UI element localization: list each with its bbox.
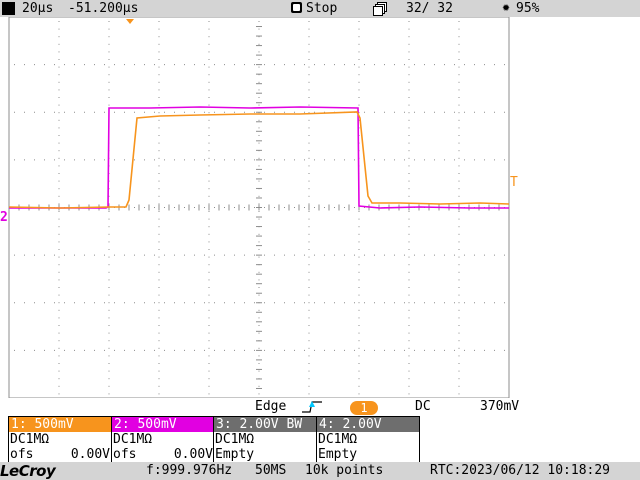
trigger-level-marker[interactable]: T xyxy=(510,175,518,190)
trigger-source-badge[interactable]: 1 xyxy=(350,401,378,415)
real-time-clock: RTC:2023/06/12 10:18:29 xyxy=(430,463,611,478)
trigger-delay-value[interactable]: -51.200µs xyxy=(68,0,138,17)
rising-edge-icon xyxy=(302,401,322,413)
brand-logo: LeCroy xyxy=(0,462,56,480)
bottom-status-bar: LeCroy f:999.976Hz 50MS 10k points RTC:2… xyxy=(0,462,640,480)
trigger-type-label[interactable]: Edge xyxy=(255,398,286,416)
battery-gear-icon: ✹ xyxy=(502,0,510,15)
timebase-icon xyxy=(2,2,15,15)
acquisition-stack-icon xyxy=(372,1,387,16)
timebase-value[interactable]: 20µs xyxy=(22,0,53,17)
channel1-header: 1: 500mV xyxy=(9,417,111,432)
channel2-panel[interactable]: 2: 500mV DC1MΩ ofs 0.00V xyxy=(111,416,215,464)
channel2-coupling: DC1MΩ xyxy=(113,432,153,447)
channel2-offset-label: ofs xyxy=(113,447,137,462)
stop-icon xyxy=(291,2,302,13)
record-length: 10k points xyxy=(305,463,384,478)
frequency-readout: f:999.976Hz xyxy=(146,463,233,478)
sample-rate: 50MS xyxy=(255,463,287,478)
channel2-header: 2: 500mV xyxy=(112,417,214,432)
waveform-display[interactable]: 2 T xyxy=(0,17,640,398)
battery-level: 95% xyxy=(516,1,540,16)
channel1-panel[interactable]: 1: 500mV DC1MΩ ofs 0.00V xyxy=(8,416,112,464)
channel2-ground-marker[interactable]: 2 xyxy=(0,210,8,225)
channel3-panel[interactable]: 3: 2.00V BW DC1MΩ Empty xyxy=(213,416,317,464)
channel4-offset-label: Empty xyxy=(318,447,358,462)
run-state[interactable]: Stop xyxy=(306,0,337,17)
channel4-coupling: DC1MΩ xyxy=(318,432,358,447)
channel3-offset-label: Empty xyxy=(215,447,255,462)
channel3-header: 3: 2.00V BW xyxy=(214,417,316,432)
channel4-header: 4: 2.00V xyxy=(317,417,419,432)
acquisition-count: 32/ 32 xyxy=(406,1,453,16)
channel4-panel[interactable]: 4: 2.00V DC1MΩ Empty xyxy=(316,416,420,464)
channel1-offset-value: 0.00V xyxy=(70,447,110,462)
top-status-bar: 20µs -51.200µs Stop 32/ 32 ✹ 95% xyxy=(0,0,640,17)
trigger-info-row: Edge xyxy=(0,398,640,416)
channel3-coupling: DC1MΩ xyxy=(215,432,255,447)
channel1-coupling: DC1MΩ xyxy=(10,432,50,447)
channel2-offset-value: 0.00V xyxy=(173,447,213,462)
channel1-offset-label: ofs xyxy=(10,447,34,462)
